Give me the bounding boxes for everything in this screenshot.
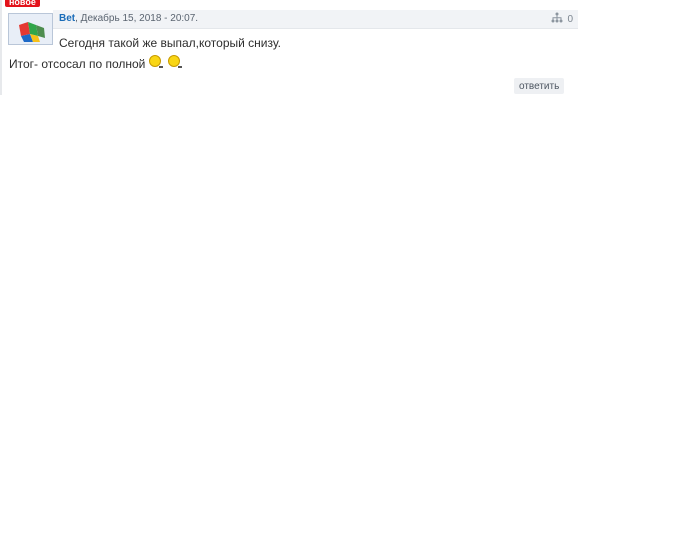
comment-header: Bet, Декабрь 15, 2018 - 20:07. 0: [53, 10, 578, 29]
avatar-flag-icon: [9, 14, 52, 44]
comment-block: новое Bet, Декабрь 15, 2018 - 20:07. 0 С…: [0, 0, 580, 95]
avatar[interactable]: [8, 13, 53, 45]
reputation-counter[interactable]: 0: [551, 12, 573, 26]
comment-date: , Декабрь 15, 2018 - 20:07.: [75, 13, 199, 24]
comment-text-line-2-label: Итог- отсосал по полной: [9, 56, 146, 71]
reply-button[interactable]: ответить: [514, 78, 565, 94]
reputation-count: 0: [567, 13, 573, 25]
comment-left-border: [0, 0, 2, 95]
smile-emoji-icon: [148, 55, 164, 72]
new-badge: новое: [5, 0, 40, 7]
author-line: Bet, Декабрь 15, 2018 - 20:07.: [59, 13, 198, 24]
author-link[interactable]: Bet: [59, 13, 75, 24]
comment-text-line-1: Сегодня такой же выпал,который снизу.: [59, 36, 281, 50]
network-icon: [551, 12, 563, 26]
comment-text-line-2: Итог- отсосал по полной: [9, 55, 183, 72]
smile-emoji-icon: [167, 55, 183, 72]
